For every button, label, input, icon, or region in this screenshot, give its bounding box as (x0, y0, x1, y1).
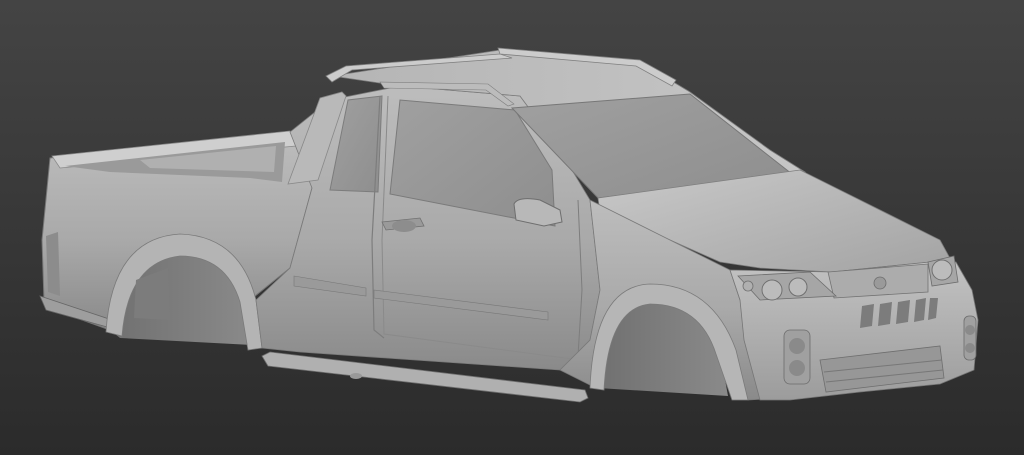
running-board-mount (350, 373, 362, 379)
fog-light-left (783, 329, 811, 385)
door-handle-recess (392, 220, 416, 232)
truck-render (0, 0, 1024, 455)
tail-light (46, 232, 60, 296)
brand-badge-icon (873, 276, 887, 290)
fog-light-right (963, 315, 977, 361)
3d-viewport[interactable] (0, 0, 1024, 455)
